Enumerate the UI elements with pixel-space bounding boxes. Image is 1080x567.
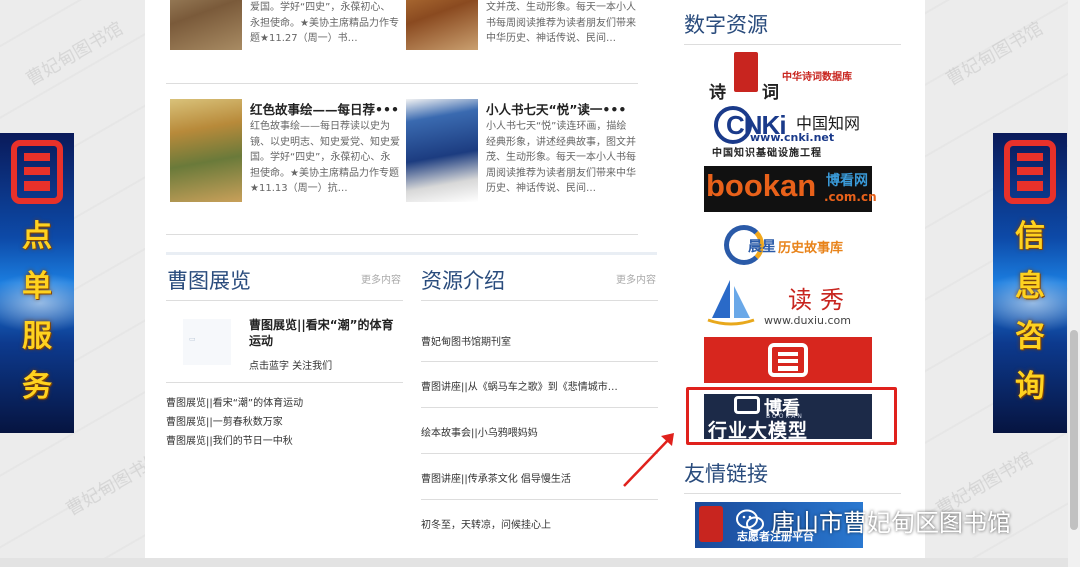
book-description: 爱国。学好“四史”，永葆初心、永担使命。★美协主席精品力作专题★11.27（周一… — [250, 2, 399, 44]
more-link[interactable]: 更多内容 — [616, 271, 656, 286]
exhibition-link[interactable]: 曹图展览||我们的节日一中秋 — [166, 432, 293, 447]
duxiu-logo[interactable]: 读秀 www.duxiu.com — [704, 278, 872, 328]
book-cover-image[interactable] — [406, 0, 478, 50]
bookan-logo[interactable]: bookan 博看网 .com.cn — [704, 166, 877, 212]
more-link[interactable]: 更多内容 — [361, 271, 401, 286]
resource-item[interactable]: 曹妃甸图书馆期刊室 — [421, 333, 657, 348]
exhibition-thumbnail[interactable]: ▭ — [183, 319, 231, 365]
book-cover-image[interactable] — [170, 0, 242, 50]
library-logo-icon — [699, 506, 723, 542]
annotation-arrow-icon — [623, 433, 674, 487]
horizontal-scrollbar[interactable] — [0, 558, 1080, 567]
book-cover-image[interactable] — [170, 99, 242, 202]
logo-cn-name: 博看网 — [826, 173, 868, 189]
logo-url: www.cnki.net — [750, 131, 835, 144]
thumbnail-placeholder-icon: ▭ — [189, 335, 196, 343]
book-description: 文并茂、生动形象。每天一本小人书每周阅读推荐为读者朋友们带来中华历史、神话传说、… — [486, 2, 636, 44]
book-cover-image[interactable] — [406, 99, 478, 202]
divider — [421, 407, 658, 408]
section-title-resources[interactable]: 资源介绍 — [421, 265, 505, 295]
section-title-exhibition[interactable]: 曹图展览 — [167, 265, 251, 295]
banner-char: 单 — [22, 269, 52, 304]
divider — [421, 361, 658, 362]
wechat-source-tag: 唐山市曹妃甸区图书馆 — [735, 503, 1011, 538]
divider — [421, 300, 658, 301]
library-logo-icon — [6, 137, 68, 207]
book-item[interactable]: 小人书七天“悦”读一••• 小人书七天“悦”读连环画，描绘经典形象，讲述经典故事… — [406, 99, 638, 204]
divider — [166, 382, 403, 383]
book-title[interactable]: 小人书七天“悦”读一••• — [486, 99, 638, 118]
divider — [166, 83, 638, 84]
cnki-logo[interactable]: CNKi 中国知网 www.cnki.net 中国知识基础设施工程 — [704, 106, 872, 159]
resource-item[interactable]: 初冬至，天转凉，问候挂心上 — [421, 516, 657, 531]
logo-tagline: 中国知识基础设施工程 — [712, 148, 822, 159]
book-item[interactable]: 文并茂、生动形象。每天一本小人书每周阅读推荐为读者朋友们带来中华历史、神话传说、… — [406, 0, 638, 52]
library-logo-icon — [768, 343, 808, 377]
wechat-icon — [736, 509, 764, 531]
divider — [684, 493, 901, 494]
banner-chars: 信 息 咨 询 — [993, 215, 1067, 409]
book-description: 红色故事绘——每日荐读以史为镜、以史明志、知史爱党、知史爱国。学好“四史”，永葆… — [250, 121, 400, 194]
book-item[interactable]: 爱国。学好“四史”，永葆初心、永担使命。★美协主席精品力作专题★11.27（周一… — [170, 0, 402, 52]
banner-char: 息 — [1015, 269, 1045, 304]
logo-brand: 晨星 — [748, 239, 776, 255]
divider — [166, 234, 638, 235]
highlight-frame — [686, 387, 897, 445]
featured-exhibition-title[interactable]: 曹图展览||看宋“潮”的体育运动 — [249, 317, 403, 349]
featured-exhibition-subtitle: 点击蓝字 关注我们 — [249, 361, 333, 372]
logo-suffix: 词 — [762, 83, 779, 103]
chenxing-history-logo[interactable]: 晨星 历史故事库 — [704, 222, 872, 268]
book-description: 小人书七天“悦”读连环画，描绘经典形象，讲述经典故事，图文并茂、生动形象。每天一… — [486, 121, 636, 194]
banner-char: 信 — [1015, 219, 1045, 254]
logo-cn-name: 读秀 — [788, 286, 852, 314]
divider — [166, 252, 657, 255]
banner-chars: 点 单 服 务 — [0, 215, 74, 409]
banner-char: 点 — [22, 219, 52, 254]
cover-text — [214, 107, 236, 193]
banner-char: 咨 — [1015, 319, 1045, 354]
divider — [421, 499, 658, 500]
right-side-banner[interactable]: 信 息 咨 询 — [993, 133, 1067, 433]
book-title[interactable]: 红色故事绘——每日荐••• — [250, 99, 402, 118]
logo-name: 中华诗词数据库 — [782, 72, 852, 83]
exhibition-link[interactable]: 曹图展览||看宋“潮”的体育运动 — [166, 394, 303, 409]
section-title-digital[interactable]: 数字资源 — [684, 9, 768, 39]
banner-char: 务 — [22, 369, 52, 404]
library-logo-icon — [999, 137, 1061, 207]
resource-item[interactable]: 曹图讲座||从《蜗马车之歌》到《悲情城市… — [421, 378, 657, 393]
logo-brand: bookan — [706, 168, 817, 203]
logo-prefix: 诗 — [709, 83, 726, 103]
logo-cn-name: 历史故事库 — [778, 241, 844, 256]
divider — [166, 300, 403, 301]
banner-char: 服 — [22, 319, 52, 354]
scrollbar-thumb[interactable] — [1070, 330, 1078, 530]
poetry-database-logo[interactable]: 诗 词 中华诗词数据库 — [704, 52, 872, 103]
library-red-logo[interactable] — [704, 337, 872, 383]
left-side-banner[interactable]: 点 单 服 务 — [0, 133, 74, 433]
exhibition-link[interactable]: 曹图展览||一剪春秋数万家 — [166, 413, 283, 428]
wechat-source-name: 唐山市曹妃甸区图书馆 — [771, 509, 1011, 537]
seal-icon — [734, 52, 758, 92]
divider — [684, 44, 901, 45]
book-item[interactable]: 红色故事绘——每日荐••• 红色故事绘——每日荐读以史为镜、以史明志、知史爱党、… — [170, 99, 402, 204]
sailboat-icon — [707, 280, 755, 326]
logo-domain: .com.cn — [824, 190, 877, 204]
section-title-friends[interactable]: 友情链接 — [684, 458, 768, 488]
banner-char: 询 — [1015, 369, 1045, 404]
logo-url: www.duxiu.com — [764, 314, 851, 327]
